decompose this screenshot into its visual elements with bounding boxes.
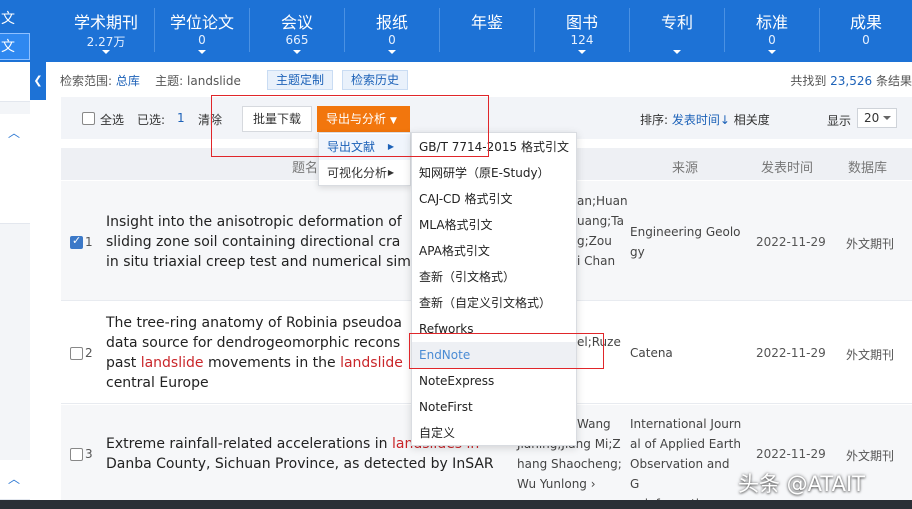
select-all-checkbox[interactable]: [82, 112, 95, 125]
tab-achievements[interactable]: 成果 0: [820, 0, 912, 62]
menu-item-novelty-custom[interactable]: 查新（自定义引文格式）: [412, 290, 576, 316]
left-panel: ︿ ︿: [0, 62, 30, 509]
article-source[interactable]: International Journ al of Applied Earth …: [630, 414, 742, 509]
export-format-menu: GB/T 7714-2015 格式引文 知网研学（原E-Study） CAJ-C…: [411, 132, 577, 446]
tab-newspapers[interactable]: 报纸 0: [345, 0, 439, 62]
tab-yearbooks[interactable]: 年鉴: [440, 0, 534, 62]
menu-item-noteexpress[interactable]: NoteExpress: [412, 368, 576, 394]
article-database: 外文期刊: [846, 348, 895, 362]
topic-value: landslide: [187, 74, 241, 88]
menu-item-refworks[interactable]: Refworks: [412, 316, 576, 342]
page-size-select[interactable]: 20: [857, 108, 897, 128]
menu-item-visual-analysis[interactable]: 可视化分析 ▶: [319, 160, 410, 186]
search-scope: 检索范围: 总库 主题: landslide: [60, 74, 241, 88]
filter-block: [0, 62, 30, 102]
result-count: 共找到 23,526 条结果: [790, 74, 912, 88]
menu-item-cajcd[interactable]: CAJ-CD 格式引文: [412, 186, 576, 212]
row-index: 1: [85, 235, 93, 249]
menu-item-endnote[interactable]: EndNote: [412, 342, 576, 368]
filter-block: ︿: [0, 460, 30, 500]
sort-options: 排序: 发表时间↓ 相关度: [640, 113, 770, 127]
article-source[interactable]: Catena: [630, 343, 742, 363]
column-date[interactable]: 发表时间: [761, 157, 813, 176]
scope-value[interactable]: 总库: [116, 74, 140, 88]
menu-item-estudy[interactable]: 知网研学（原E-Study）: [412, 160, 576, 186]
article-authors[interactable]: el;Ruze: [577, 332, 621, 352]
tab-standards[interactable]: 标准 0: [725, 0, 819, 62]
row-index: 2: [85, 346, 93, 360]
article-authors[interactable]: an;Huan uang;Ta g;Zou i Chan: [577, 191, 628, 271]
selected-count[interactable]: 1: [177, 111, 185, 125]
tab-theses[interactable]: 学位论文 0: [155, 0, 249, 62]
article-database: 外文期刊: [846, 449, 895, 463]
menu-item-custom[interactable]: 自定义: [412, 420, 576, 446]
chevron-up-icon[interactable]: ︿: [8, 470, 20, 487]
sidebar-item-2[interactable]: 文: [0, 33, 30, 60]
selected-label: 已选:: [137, 113, 166, 127]
select-all-label[interactable]: 全选: [100, 111, 124, 128]
clear-button[interactable]: 清除: [198, 111, 222, 128]
chevron-down-icon: ▼: [390, 116, 397, 126]
topic-custom-button[interactable]: 主题定制: [267, 70, 334, 90]
chevron-down-icon: [198, 50, 206, 54]
row-checkbox[interactable]: [70, 234, 83, 249]
export-menu: 导出文献 ▶ 可视化分析 ▶: [318, 132, 411, 186]
article-source[interactable]: Engineering Geolo gy: [630, 222, 742, 262]
menu-item-export-references[interactable]: 导出文献 ▶: [319, 134, 410, 160]
chevron-down-icon: [102, 50, 110, 54]
watermark: 头条 @ATAIT: [738, 472, 865, 496]
column-database[interactable]: 数据库: [848, 157, 887, 176]
chevron-down-icon: [578, 50, 586, 54]
chevron-down-icon: [388, 50, 396, 54]
column-title[interactable]: 题名: [292, 157, 318, 176]
caret-right-icon: ▶: [387, 168, 394, 177]
menu-item-gbt7714[interactable]: GB/T 7714-2015 格式引文: [412, 134, 576, 160]
sort-by-date[interactable]: 发表时间↓: [672, 113, 730, 127]
row-index: 3: [85, 447, 93, 461]
menu-item-mla[interactable]: MLA格式引文: [412, 212, 576, 238]
sidebar-item-1[interactable]: 文: [0, 6, 30, 33]
filter-block: ︿: [0, 114, 30, 224]
article-database: 外文期刊: [846, 237, 895, 251]
chevron-left-icon: ❮: [33, 74, 43, 87]
sort-by-relevance[interactable]: 相关度: [734, 113, 770, 127]
export-analysis-button[interactable]: 导出与分析 ▼: [317, 106, 410, 132]
chevron-up-icon[interactable]: ︿: [8, 124, 20, 141]
row-checkbox[interactable]: [70, 347, 83, 360]
tab-patents[interactable]: 专利: [630, 0, 724, 62]
chevron-down-icon: [768, 50, 776, 54]
caret-right-icon: ▶: [387, 142, 394, 151]
menu-item-novelty-citation[interactable]: 查新（引文格式）: [412, 264, 576, 290]
chevron-down-icon: [293, 50, 301, 54]
tab-conferences[interactable]: 会议 665: [250, 0, 344, 62]
taskbar: [0, 500, 912, 509]
article-date: 2022-11-29: [756, 235, 826, 249]
search-history-button[interactable]: 检索历史: [342, 70, 409, 90]
row-checkbox[interactable]: [70, 448, 83, 461]
menu-item-apa[interactable]: APA格式引文: [412, 238, 576, 264]
tab-journals[interactable]: 学术期刊 2.27万: [58, 0, 154, 62]
left-strip: 文 文: [0, 0, 36, 62]
menu-item-notefirst[interactable]: NoteFirst: [412, 394, 576, 420]
chevron-down-icon: [673, 50, 681, 54]
column-source[interactable]: 来源: [672, 157, 698, 176]
tab-books[interactable]: 图书 124: [535, 0, 629, 62]
collapse-sidebar-button[interactable]: ❮: [30, 62, 46, 100]
article-date: 2022-11-29: [756, 447, 826, 461]
page-size-label: 显示: [827, 114, 852, 128]
batch-download-button[interactable]: 批量下载: [242, 106, 312, 132]
article-date: 2022-11-29: [756, 346, 826, 360]
